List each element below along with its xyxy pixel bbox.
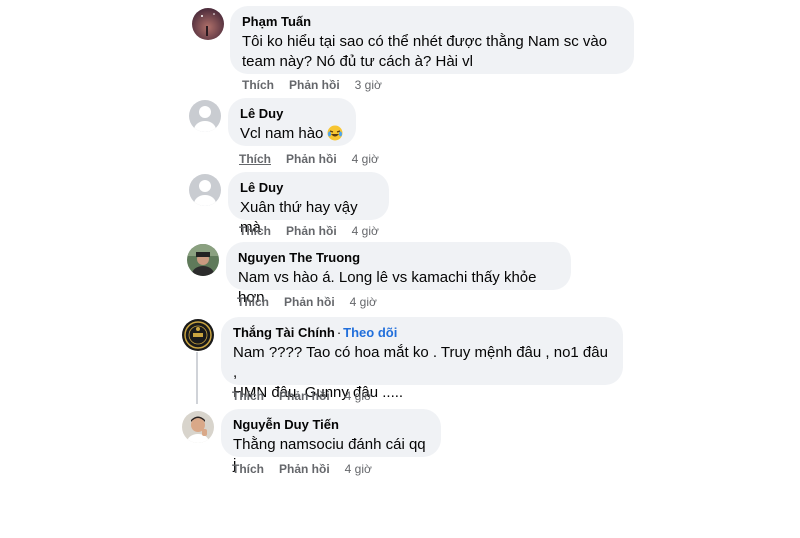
timestamp[interactable]: 4 giờ xyxy=(352,152,379,166)
avatar[interactable] xyxy=(182,411,214,443)
like-button[interactable]: Thích xyxy=(239,224,271,238)
comment-actions: Thích Phản hồi 4 giờ xyxy=(239,223,379,239)
default-avatar-icon[interactable] xyxy=(189,100,221,132)
like-button[interactable]: Thích xyxy=(242,78,274,92)
commenter-name-link[interactable]: Thắng Tài Chính xyxy=(233,325,335,340)
reply-button[interactable]: Phản hồi xyxy=(279,462,330,476)
commenter-name[interactable]: Lê Duy xyxy=(240,106,344,122)
reply-button[interactable]: Phản hồi xyxy=(286,224,337,238)
comment-text: Tôi ko hiểu tại sao có thể nhét được thằ… xyxy=(242,33,608,50)
like-button[interactable]: Thích xyxy=(237,295,269,309)
comment-bubble: Nguyễn Duy Tiến Thằng namsociu đánh cái … xyxy=(221,409,441,473)
separator-dot: · xyxy=(336,325,342,340)
comment-text: Nam ???? Tao có hoa mắt ko . Truy mệnh đ… xyxy=(233,344,608,381)
avatar[interactable] xyxy=(192,8,224,40)
comment-actions: Thích Phản hồi 4 giờ xyxy=(237,294,377,310)
commenter-name[interactable]: Lê Duy xyxy=(240,180,377,196)
reply-button[interactable]: Phản hồi xyxy=(289,78,340,92)
comment-bubble: Lê Duy Vcl nam hào xyxy=(228,98,356,146)
comment-bubble: Nguyen The Truong Nam vs hào á. Long lê … xyxy=(226,242,571,306)
comment-actions: Thích Phản hồi 3 giờ xyxy=(242,77,382,93)
reply-button[interactable]: Phản hồi xyxy=(284,295,335,309)
like-button[interactable]: Thích xyxy=(239,152,271,166)
comment-bubble: Phạm Tuấn Tôi ko hiểu tại sao có thể nhé… xyxy=(230,6,634,74)
timestamp[interactable]: 4 giờ xyxy=(352,224,379,238)
timestamp[interactable]: 3 giờ xyxy=(355,78,382,92)
like-button[interactable]: Thích xyxy=(232,389,264,403)
commenter-name[interactable]: Nguyễn Duy Tiến xyxy=(233,417,429,433)
logo-avatar[interactable] xyxy=(182,319,214,351)
avatar[interactable] xyxy=(187,244,219,276)
default-avatar-icon[interactable] xyxy=(189,174,221,206)
reply-button[interactable]: Phản hồi xyxy=(286,152,337,166)
thread-line xyxy=(196,352,198,404)
timestamp[interactable]: 4 giờ xyxy=(345,462,372,476)
comment-actions: Thích Phản hồi 4 giờ xyxy=(232,461,372,477)
comment-actions: Thích Phản hồi 4 giờ xyxy=(232,388,372,404)
timestamp[interactable]: 4 giờ xyxy=(350,295,377,309)
commenter-name[interactable]: Phạm Tuấn xyxy=(242,14,622,30)
follow-button[interactable]: Theo dõi xyxy=(343,325,397,340)
timestamp[interactable]: 4 giờ xyxy=(345,389,372,403)
commenter-name[interactable]: Nguyen The Truong xyxy=(238,250,559,266)
comment-bubble: Lê Duy Xuân thứ hay vậy mà xyxy=(228,172,389,236)
comment-text: Vcl nam hào xyxy=(240,124,344,147)
commenter-name: Thắng Tài Chính · Theo dõi xyxy=(233,325,611,341)
comment-bubble: Thắng Tài Chính · Theo dõi Nam ???? Tao có… xyxy=(221,317,623,401)
like-button[interactable]: Thích xyxy=(232,462,264,476)
reply-button[interactable]: Phản hồi xyxy=(279,389,330,403)
comment-actions: Thích Phản hồi 4 giờ xyxy=(239,151,379,167)
comment-text: team này? Nó đủ tư cách à? Hài vl xyxy=(242,53,473,70)
laughing-crying-emoji-icon xyxy=(327,125,343,147)
